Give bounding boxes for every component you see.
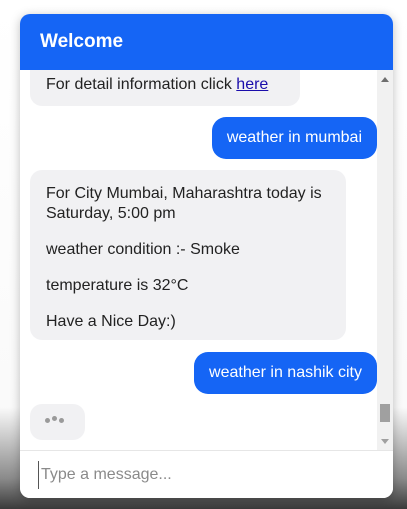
message-composer	[20, 450, 393, 498]
user-message-text: weather in nashik city	[209, 364, 362, 381]
typing-dot	[52, 416, 57, 421]
scroll-thumb[interactable]	[380, 404, 390, 422]
message-input[interactable]	[38, 461, 371, 489]
message-list: For detail information click here weathe…	[20, 70, 377, 450]
bot-weather-message: For City Mumbai, Maharashtra today is Sa…	[30, 170, 346, 340]
scroll-up-arrow-icon[interactable]	[381, 77, 389, 82]
weather-line-condition: weather condition :- Smoke	[46, 241, 240, 258]
detail-link[interactable]: here	[236, 76, 268, 93]
user-message: weather in nashik city	[194, 352, 377, 394]
weather-line-greeting: Have a Nice Day:)	[46, 313, 176, 330]
scroll-down-arrow-icon[interactable]	[381, 439, 389, 444]
user-message: weather in mumbai	[211, 117, 377, 159]
chat-header: Welcome	[20, 14, 393, 70]
typing-dot	[59, 418, 64, 423]
typing-dot	[45, 418, 50, 423]
partial-message-text: For detail information click	[46, 76, 232, 93]
chat-title: Welcome	[40, 31, 124, 52]
message-scrollbar[interactable]	[377, 70, 393, 450]
weather-line-city: For City Mumbai, Maharashtra today is Sa…	[46, 185, 322, 222]
chat-widget: Welcome For detail information click her…	[20, 14, 393, 498]
typing-indicator	[30, 404, 85, 440]
bot-message-partial: For detail information click here	[30, 70, 300, 106]
weather-line-temperature: temperature is 32°C	[46, 277, 189, 294]
user-message-text: weather in mumbai	[226, 129, 362, 146]
